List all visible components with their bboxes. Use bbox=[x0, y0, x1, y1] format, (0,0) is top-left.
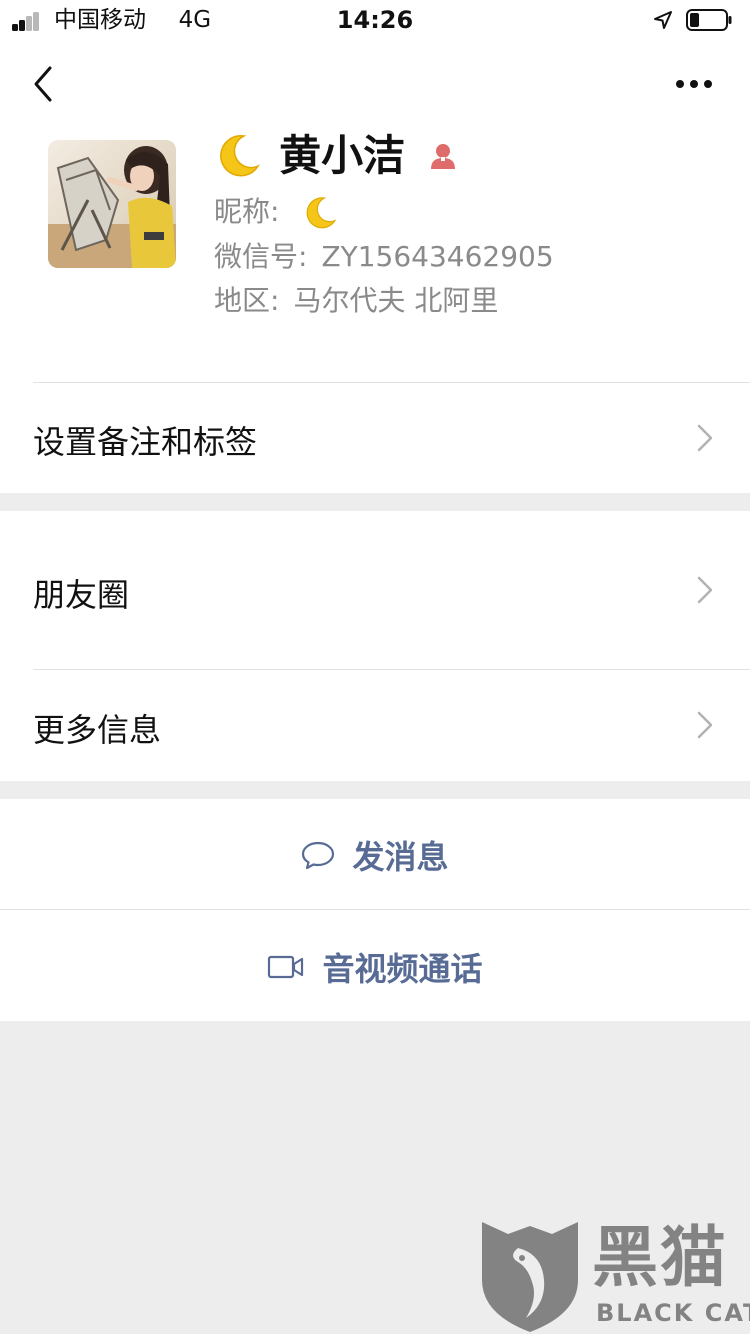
more-info-row[interactable]: 更多信息 bbox=[0, 670, 750, 781]
watermark-subtitle: BLACK CAT bbox=[596, 1299, 750, 1327]
region-value: 马尔代夫 北阿里 bbox=[293, 284, 499, 317]
remark-tags-row[interactable]: 设置备注和标签 bbox=[0, 383, 750, 493]
chevron-right-icon bbox=[697, 711, 713, 739]
more-info-label: 更多信息 bbox=[33, 711, 162, 749]
avatar[interactable] bbox=[48, 140, 176, 268]
status-time: 14:26 bbox=[336, 6, 414, 34]
remark-tags-label: 设置备注和标签 bbox=[33, 423, 258, 461]
moments-label: 朋友圈 bbox=[33, 576, 130, 614]
nickname-label: 昵称: bbox=[214, 195, 280, 228]
crescent-moon-icon bbox=[306, 197, 337, 229]
video-call-button[interactable]: 音视频通话 bbox=[0, 910, 750, 1021]
video-call-label: 音视频通话 bbox=[322, 950, 483, 988]
send-message-label: 发消息 bbox=[352, 838, 449, 876]
location-arrow-icon bbox=[654, 11, 672, 29]
info-card: 朋友圈 更多信息 bbox=[0, 511, 750, 781]
wechat-id-label: 微信号: bbox=[214, 240, 308, 273]
nickname-line: 昵称: bbox=[214, 192, 338, 232]
status-bar: 中国移动 4G 14:26 bbox=[0, 0, 750, 40]
black-cat-logo-icon bbox=[482, 1222, 578, 1332]
display-name-row: 黄小洁 bbox=[214, 128, 458, 184]
send-message-button[interactable]: 发消息 bbox=[0, 799, 750, 909]
display-name: 黄小洁 bbox=[279, 131, 406, 180]
watermark: 黑猫 BLACK CAT bbox=[478, 1218, 750, 1334]
watermark-title: 黑猫 bbox=[592, 1219, 728, 1296]
moments-row[interactable]: 朋友圈 bbox=[0, 511, 750, 669]
more-options-button[interactable] bbox=[666, 70, 722, 98]
region-line: 地区: 马尔代夫 北阿里 bbox=[214, 281, 498, 321]
crescent-moon-icon bbox=[220, 135, 260, 177]
profile-header: 黄小洁 昵称: 微信号: ZY15643462905 地区: 马尔代夫 北阿里 设置… bbox=[0, 40, 750, 493]
chat-bubble-icon bbox=[302, 841, 335, 870]
contact-profile-page: 中国移动 4G 14:26 黄小洁 昵称: 微信号: ZY15643462905… bbox=[0, 0, 750, 1334]
chevron-right-icon bbox=[697, 424, 713, 452]
wechat-id-line: 微信号: ZY15643462905 bbox=[214, 237, 554, 277]
back-button[interactable] bbox=[28, 62, 58, 106]
female-icon bbox=[431, 144, 456, 169]
wechat-id-value: ZY15643462905 bbox=[321, 240, 554, 273]
video-camera-icon bbox=[268, 955, 304, 979]
battery-icon bbox=[686, 9, 732, 31]
region-label: 地区: bbox=[214, 284, 280, 317]
chevron-right-icon bbox=[697, 576, 713, 604]
